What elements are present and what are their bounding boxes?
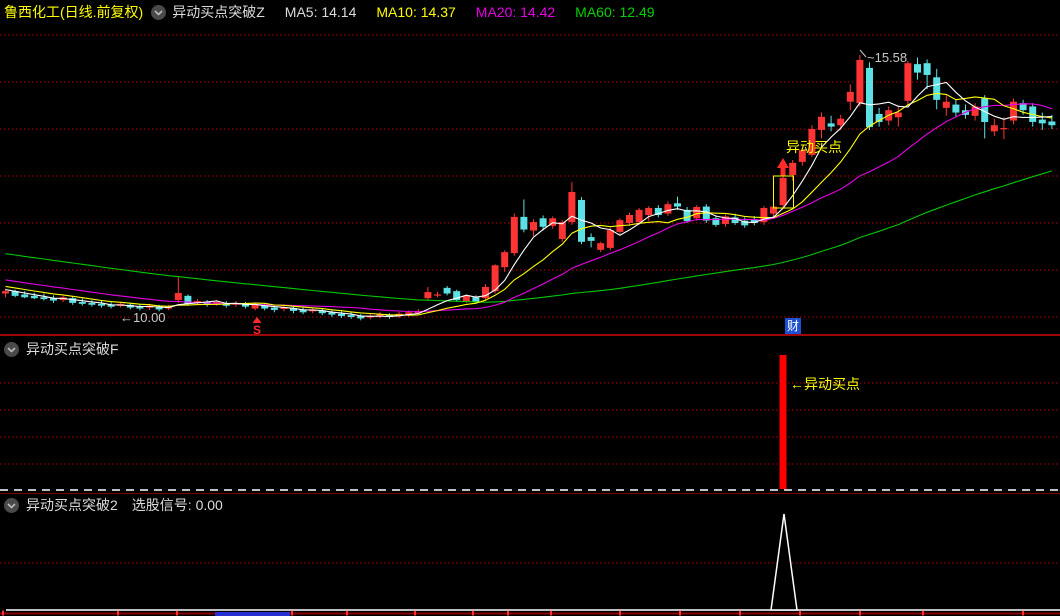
- ma60-value: MA60: 12.49: [575, 4, 655, 20]
- chevron-down-icon[interactable]: [4, 497, 19, 513]
- signal-panel2-header: 异动买点突破2 选股信号: 0.00: [4, 495, 223, 515]
- stock-title: 鲁西化工(日线.前复权): [4, 4, 144, 20]
- ma10-value: MA10: 14.37: [376, 4, 456, 20]
- chevron-down-icon[interactable]: [151, 4, 167, 20]
- indicator-name-panel1[interactable]: 异动买点突破F: [26, 339, 119, 359]
- select-signal-value: 选股信号: 0.00: [131, 497, 223, 513]
- signal-panel1-header: 异动买点突破F: [4, 339, 119, 359]
- indicator-name-main[interactable]: 异动买点突破Z: [172, 2, 265, 22]
- chart-canvas[interactable]: ~15.58←10.00异动买点S←异动买点: [0, 0, 1060, 616]
- ma5-value: MA5: 14.14: [284, 4, 357, 20]
- svg-text:~15.58: ~15.58: [867, 50, 907, 65]
- news-badge[interactable]: 财: [785, 318, 801, 334]
- main-chart-header: 鲁西化工(日线.前复权) 异动买点突破Z MA5: 14.14 MA10: 14…: [0, 0, 1060, 24]
- svg-text:←异动买点: ←异动买点: [790, 376, 860, 392]
- timeline-scrollbar-thumb[interactable]: [215, 612, 290, 616]
- indicator-name-panel2[interactable]: 异动买点突破2: [26, 495, 118, 515]
- chevron-down-icon[interactable]: [4, 341, 19, 357]
- svg-text:异动买点: 异动买点: [786, 139, 842, 155]
- svg-text:←10.00: ←10.00: [120, 310, 166, 325]
- ma20-value: MA20: 14.42: [475, 4, 556, 20]
- stock-app-window: 鲁西化工(日线.前复权) 异动买点突破Z MA5: 14.14 MA10: 14…: [0, 0, 1060, 616]
